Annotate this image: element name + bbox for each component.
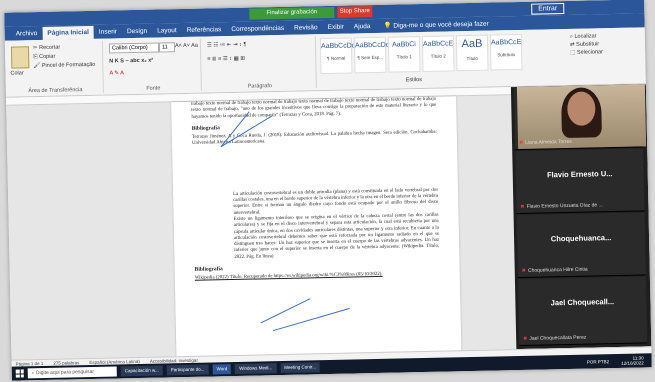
- style-title[interactable]: AaB Título: [455, 34, 489, 72]
- participant-label: ✖ Jael Choquecallata Perez: [523, 333, 645, 342]
- clipboard-group: Colar ✂ Recortar ⎘ Copiar 🖌 Pincel de Fo…: [6, 40, 104, 95]
- format-buttons[interactable]: N K S ~ abc x₂ x²: [109, 57, 153, 66]
- format-painter-label: Pincel de Formatação: [41, 61, 96, 69]
- tab-mailings[interactable]: Correspondências: [226, 22, 289, 36]
- participant-tile[interactable]: Jael Choquecall... ✖ Jael Choquecallata P…: [517, 276, 648, 347]
- replace-label: Substituir: [576, 41, 600, 48]
- style-preview: AaBbCcDc: [354, 41, 390, 50]
- taskbar-app[interactable]: Capacitación w...: [120, 365, 163, 377]
- style-name: Título 1: [396, 54, 412, 60]
- paste-button[interactable]: Colar: [10, 69, 23, 77]
- list-buttons[interactable]: ☰ ☷ ≔ ⇤ ⇥ ↕ ¶: [207, 41, 247, 50]
- participant-tile[interactable]: Choquehuanca... ✖ Choquehuanca Hilre Cint…: [516, 212, 646, 279]
- style-name: ¶ Sem Esp...: [357, 54, 384, 61]
- signin-button[interactable]: Entrar: [531, 3, 565, 15]
- taskbar-app-word[interactable]: Word: [212, 364, 232, 375]
- mic-muted-icon: ✖: [520, 203, 525, 210]
- meeting-participants-panel: ✖ Liana Almeida Torres Flavio Ernesto U..…: [510, 84, 652, 350]
- screen-frame: Finalizar grabación Stop Share Entrar Ar…: [4, 0, 652, 381]
- reference-2[interactable]: Wikipedia (2022) Título. Recuperado de h…: [195, 271, 440, 282]
- font-size-icons[interactable]: A˄ A˅ Aa: [175, 42, 198, 50]
- format-painter-button[interactable]: 🖌 Pincel de Formatação: [33, 61, 95, 70]
- system-tray[interactable]: POR PTB2: [587, 358, 617, 364]
- style-no-spacing[interactable]: AaBbCcDc ¶ Sem Esp...: [353, 36, 390, 74]
- clock[interactable]: 11:30 12/10/2022: [621, 355, 652, 366]
- document-area: trabajo texto normal de trabajo texto no…: [5, 87, 517, 363]
- participant-fullname: Choquehuanca Hilre Cintia: [527, 266, 588, 274]
- style-heading1[interactable]: AaBbCi Título 1: [387, 36, 421, 73]
- font-label: Fonte: [146, 85, 161, 92]
- styles-label: Estilos: [405, 77, 422, 84]
- recording-button[interactable]: Finalizar grabación: [249, 6, 335, 20]
- style-name: ¶ Normal: [327, 55, 346, 61]
- font-group: Calibri (Corpo) 11 A˄ A˅ Aa N K S ~ abc …: [104, 38, 202, 93]
- mic-muted-icon: ✖: [523, 335, 528, 342]
- paragraph-3: Existe un ligamento interóseo que se ori…: [233, 212, 440, 260]
- participant-name: Choquehuanca...: [550, 233, 612, 244]
- participant-label: ✖ Flavio Ernesto Unzueta Díaz de ...: [520, 201, 642, 210]
- style-subtitle[interactable]: AaBbCcE Subtítulo: [489, 33, 523, 71]
- style-preview: AaBbCcE: [490, 38, 522, 47]
- style-name: Título: [466, 55, 478, 62]
- style-preview: AaB: [461, 37, 483, 51]
- document-page[interactable]: trabajo texto normal de trabajo texto no…: [171, 96, 462, 363]
- tab-home[interactable]: Página Inicial: [42, 25, 95, 40]
- paragraph-1: trabajo texto normal de trabajo texto no…: [191, 96, 437, 120]
- paste-icon[interactable]: [10, 46, 30, 69]
- participant-tile[interactable]: Flavio Ernesto U... ✖ Flavio Ernesto Unzu…: [515, 148, 645, 215]
- copy-button[interactable]: ⎘ Copiar: [33, 53, 55, 61]
- editing-group: ⌕ Localizar ⇄ Substituir ⬚ Selecionar: [570, 32, 603, 57]
- page-gap: [192, 142, 438, 192]
- mic-muted-icon: ✖: [518, 139, 524, 146]
- clock-date: 12/10/2022: [621, 360, 644, 366]
- tab-view[interactable]: Exibir: [322, 21, 349, 35]
- windows-start-icon[interactable]: [15, 369, 24, 378]
- taskbar-app[interactable]: Participante do...: [166, 364, 209, 376]
- stop-share-button[interactable]: Stop Share: [337, 6, 373, 18]
- tab-layout[interactable]: Layout: [152, 24, 182, 38]
- tray-language: POR PTB2: [586, 358, 610, 365]
- tab-insert[interactable]: Inserir: [94, 25, 122, 39]
- find-label: Localizar: [574, 33, 597, 40]
- style-heading2[interactable]: AaBbCcE Título 2: [421, 35, 455, 72]
- cut-button[interactable]: ✂ Recortar: [33, 44, 60, 53]
- select-label: Selecionar: [576, 49, 603, 56]
- style-preview: AaBbCi: [392, 41, 416, 49]
- copy-label: Copiar: [39, 53, 56, 61]
- tab-review[interactable]: Revisão: [289, 21, 323, 35]
- style-preview: AaBbCcDc: [320, 42, 356, 51]
- cut-label: Recortar: [39, 44, 61, 52]
- tell-me-text: Diga-me o que você deseja fazer: [393, 20, 489, 30]
- paragraph-label: Parágrafo: [247, 83, 272, 90]
- tab-archivo[interactable]: Archivo: [11, 27, 43, 41]
- participant-fullname: Jael Choquecallata Perez: [529, 334, 587, 342]
- tab-references[interactable]: Referências: [182, 23, 227, 37]
- align-buttons[interactable]: ≡ ≣ ≡ ☰ ↕ ▦ ⊞: [207, 55, 245, 64]
- select-button[interactable]: ⬚ Selecionar: [570, 48, 603, 57]
- search-placeholder: Digite aqui para pesquisar: [35, 368, 95, 377]
- participant-label: ✖ Choquehuanca Hilre Cintia: [522, 265, 644, 274]
- recording-strip: Finalizar grabación Stop Share: [249, 6, 373, 20]
- font-size-select[interactable]: 11: [158, 42, 176, 53]
- tab-help[interactable]: Ajuda: [349, 20, 376, 34]
- style-normal[interactable]: AaBbCcDc ¶ Normal: [319, 37, 356, 75]
- style-preview: AaBbCcE: [422, 40, 454, 48]
- taskbar-app[interactable]: Windows Medi...: [235, 363, 277, 374]
- mic-muted-icon: ✖: [521, 267, 527, 274]
- tab-design[interactable]: Design: [122, 25, 153, 39]
- participant-name: Flavio Ernesto U...: [546, 169, 613, 180]
- styles-gallery: AaBbCcDc ¶ Normal AaBbCcDc ¶ Sem Esp... Aa…: [319, 33, 523, 75]
- participant-fullname: Flavio Ernesto Unzueta Díaz de ...: [526, 202, 603, 210]
- participant-tile[interactable]: ✖ Liana Almeida Torres: [513, 84, 647, 151]
- style-name: Título 2: [430, 53, 446, 59]
- clipboard-label: Área de Transferência: [28, 87, 83, 95]
- taskbar-search-input[interactable]: ⌕ Digite aqui para pesquisar: [27, 366, 117, 379]
- taskbar-app[interactable]: Meeting Contr...: [280, 362, 321, 374]
- paragraph-group: ☰ ☷ ≔ ⇤ ⇥ ↕ ¶ ≡ ≣ ≡ ☰ ↕ ▦ ⊞ Parágrafo: [202, 36, 317, 91]
- participant-fullname: Liana Almeida Torres: [525, 138, 572, 146]
- style-name: Subtítulo: [497, 52, 516, 58]
- font-name-select[interactable]: Calibri (Corpo): [108, 42, 160, 54]
- font-color-buttons[interactable]: A ✎ A: [109, 69, 124, 77]
- participant-name: Jael Choquecall...: [550, 297, 615, 308]
